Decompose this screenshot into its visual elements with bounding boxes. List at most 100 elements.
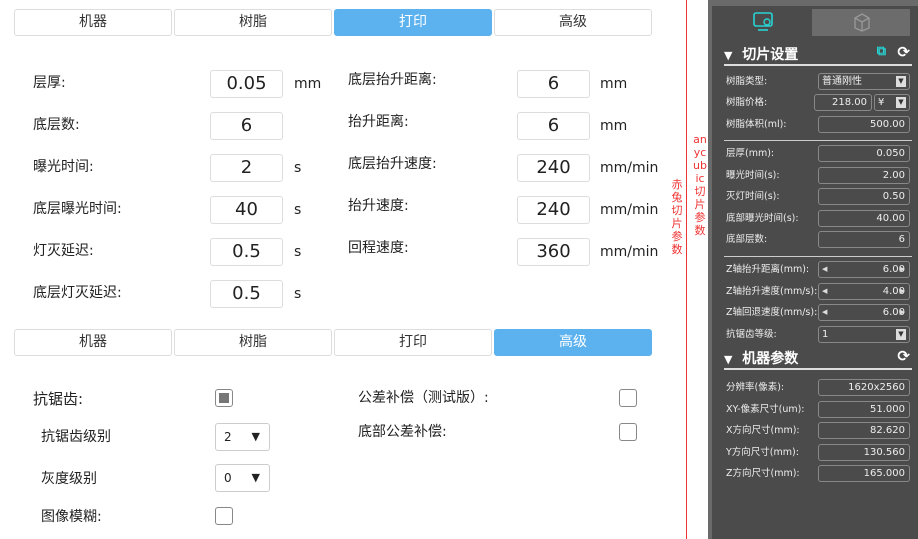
slice-settings-title: 切片设置	[742, 47, 799, 63]
gray-level-select[interactable]: 0 ▼	[215, 464, 270, 492]
dropdown-arrow-icon: ▼	[896, 76, 906, 87]
antialias-checkbox[interactable]	[215, 389, 233, 407]
tab-advanced[interactable]: 高级	[494, 329, 652, 356]
machine-params-header[interactable]: ▼ 机器参数 ⟳	[724, 347, 912, 370]
print-field-input[interactable]: 2	[210, 154, 283, 182]
print-field-label: 底层抬升速度:	[348, 156, 437, 172]
collapse-triangle-icon: ▼	[724, 353, 733, 366]
print-field-input[interactable]: 6	[517, 70, 590, 98]
tab-machine[interactable]: 机器	[14, 9, 172, 36]
panel-field-input[interactable]: 82.620	[818, 422, 910, 439]
print-field-unit: s	[294, 160, 302, 176]
panel-field-label: Z轴抬升速度(mm/s):	[726, 285, 818, 297]
cube-icon	[854, 13, 870, 32]
panel-field-value: 130.560	[863, 446, 905, 458]
panel-field-value: 6	[898, 234, 905, 245]
antialias-level-select[interactable]: 1 ▼	[818, 326, 910, 343]
panel-field-input[interactable]: 130.560	[818, 443, 910, 461]
panel-field-input[interactable]: 40.00	[818, 209, 910, 227]
antialias-label: 抗锯齿:	[33, 390, 84, 408]
print-field-label: 底层数:	[33, 117, 80, 133]
panel-field-label: X方向尺寸(mm):	[726, 425, 800, 436]
increment-arrow-icon[interactable]: ▶	[900, 284, 905, 299]
panel-field-value: 2.00	[882, 169, 905, 181]
panel-field-label: 树脂价格:	[726, 97, 768, 108]
panel-field-label: 分辨率(像素):	[726, 382, 785, 393]
print-field-label: 底层灯灭延迟:	[33, 285, 122, 301]
print-field-input[interactable]: 240	[517, 196, 590, 224]
tolerance-checkbox[interactable]	[619, 389, 637, 407]
panel-field-label: 树脂体积(ml):	[726, 119, 787, 130]
panel-field-input[interactable]: 6.00 ◀ ▶	[818, 261, 910, 278]
tab-model[interactable]	[812, 9, 910, 36]
antialias-level-select[interactable]: 2 ▼	[215, 423, 270, 451]
panel-field-value: 1620x2560	[848, 382, 905, 393]
slice-settings-header[interactable]: ▼ 切片设置 ⧉ ⟳	[724, 43, 912, 66]
panel-field-value: 40.00	[876, 212, 905, 224]
decrement-arrow-icon[interactable]: ◀	[822, 284, 827, 299]
panel-field-input[interactable]: 0.50	[818, 188, 910, 205]
panel-field-label: 树脂类型:	[726, 76, 768, 87]
print-field-input[interactable]: 0.5	[210, 238, 283, 266]
refresh-icon[interactable]: ⟳	[897, 347, 910, 365]
print-field-unit: mm	[294, 76, 322, 92]
print-field-unit: mm	[600, 76, 628, 92]
tab-resin[interactable]: 树脂	[174, 329, 332, 356]
panel-field-label: 灭灯时间(s):	[726, 191, 780, 202]
resin-price-input[interactable]: 218.00	[814, 94, 872, 111]
resin-type-select[interactable]: 普通刚性 ▼	[818, 73, 910, 90]
blur-checkbox[interactable]	[215, 507, 233, 525]
antialias-level-value: 1	[822, 329, 829, 340]
print-field-label: 抬升距离:	[348, 114, 409, 130]
panel-field-input[interactable]: 500.00	[818, 116, 910, 133]
panel-field-value: 165.000	[863, 468, 905, 479]
bottom-tolerance-checkbox[interactable]	[619, 423, 637, 441]
print-field-unit: mm/min	[600, 244, 659, 260]
print-field-input[interactable]: 240	[517, 154, 590, 182]
panel-field-input[interactable]: 6	[818, 231, 910, 248]
tab-machine[interactable]: 机器	[14, 329, 172, 356]
print-field-input[interactable]: 40	[210, 196, 283, 224]
refresh-icon[interactable]: ⟳	[897, 43, 910, 61]
panel-field-input[interactable]: 6.00 ◀ ▶	[818, 304, 910, 321]
print-field-label: 层厚:	[33, 75, 66, 91]
tab-resin[interactable]: 树脂	[174, 9, 332, 36]
panel-field-label: 曝光时间(s):	[726, 169, 780, 181]
increment-arrow-icon[interactable]: ▶	[900, 262, 905, 277]
panel-field-input[interactable]: 4.00 ◀ ▶	[818, 282, 910, 300]
dropdown-arrow-icon: ▼	[896, 329, 906, 340]
dropdown-arrow-icon: ▼	[251, 471, 260, 484]
dropdown-arrow-icon: ▼	[896, 97, 906, 108]
print-field-input[interactable]: 6	[517, 112, 590, 140]
panel-field-value: 500.00	[870, 119, 905, 130]
print-field-input[interactable]: 0.05	[210, 70, 283, 98]
decrement-arrow-icon[interactable]: ◀	[822, 262, 827, 277]
panel-field-input[interactable]: 2.00	[818, 166, 910, 184]
divider	[724, 256, 912, 257]
swap-icon[interactable]: ⧉	[877, 44, 886, 59]
currency-select[interactable]: ¥ ▼	[874, 94, 910, 111]
print-field-label: 灯灭延迟:	[33, 243, 94, 259]
panel-field-input[interactable]: 51.000	[818, 400, 910, 418]
panel-field-label: 底部层数:	[726, 234, 768, 245]
tab-print[interactable]: 打印	[334, 9, 492, 36]
print-field-input[interactable]: 0.5	[210, 280, 283, 308]
panel-field-input[interactable]: 1620x2560	[818, 379, 910, 396]
print-field-unit: s	[294, 286, 302, 302]
decrement-arrow-icon[interactable]: ◀	[822, 305, 827, 320]
panel-field-label: Z方向尺寸(mm):	[726, 468, 800, 479]
panel-field-input[interactable]: 0.050	[818, 145, 910, 162]
panel-field-input[interactable]: 165.000	[818, 465, 910, 482]
anycubic-settings-panel: ▼ 切片设置 ⧉ ⟳ 树脂类型: 普通刚性 ▼ 树脂价格: 218.00 ¥ ▼ 树脂…	[708, 0, 918, 539]
print-field-input[interactable]: 6	[210, 112, 283, 140]
tab-advanced[interactable]: 高级	[494, 9, 652, 36]
tab-slice-settings[interactable]	[714, 9, 812, 36]
antialias-level-value: 2	[224, 430, 232, 444]
anycubic-annotation: anycubic切片参数	[693, 133, 707, 237]
print-field-input[interactable]: 360	[517, 238, 590, 266]
increment-arrow-icon[interactable]: ▶	[900, 305, 905, 320]
print-field-label: 回程速度:	[348, 240, 409, 256]
divider	[724, 140, 912, 141]
print-field-unit: s	[294, 244, 302, 260]
tab-print[interactable]: 打印	[334, 329, 492, 356]
